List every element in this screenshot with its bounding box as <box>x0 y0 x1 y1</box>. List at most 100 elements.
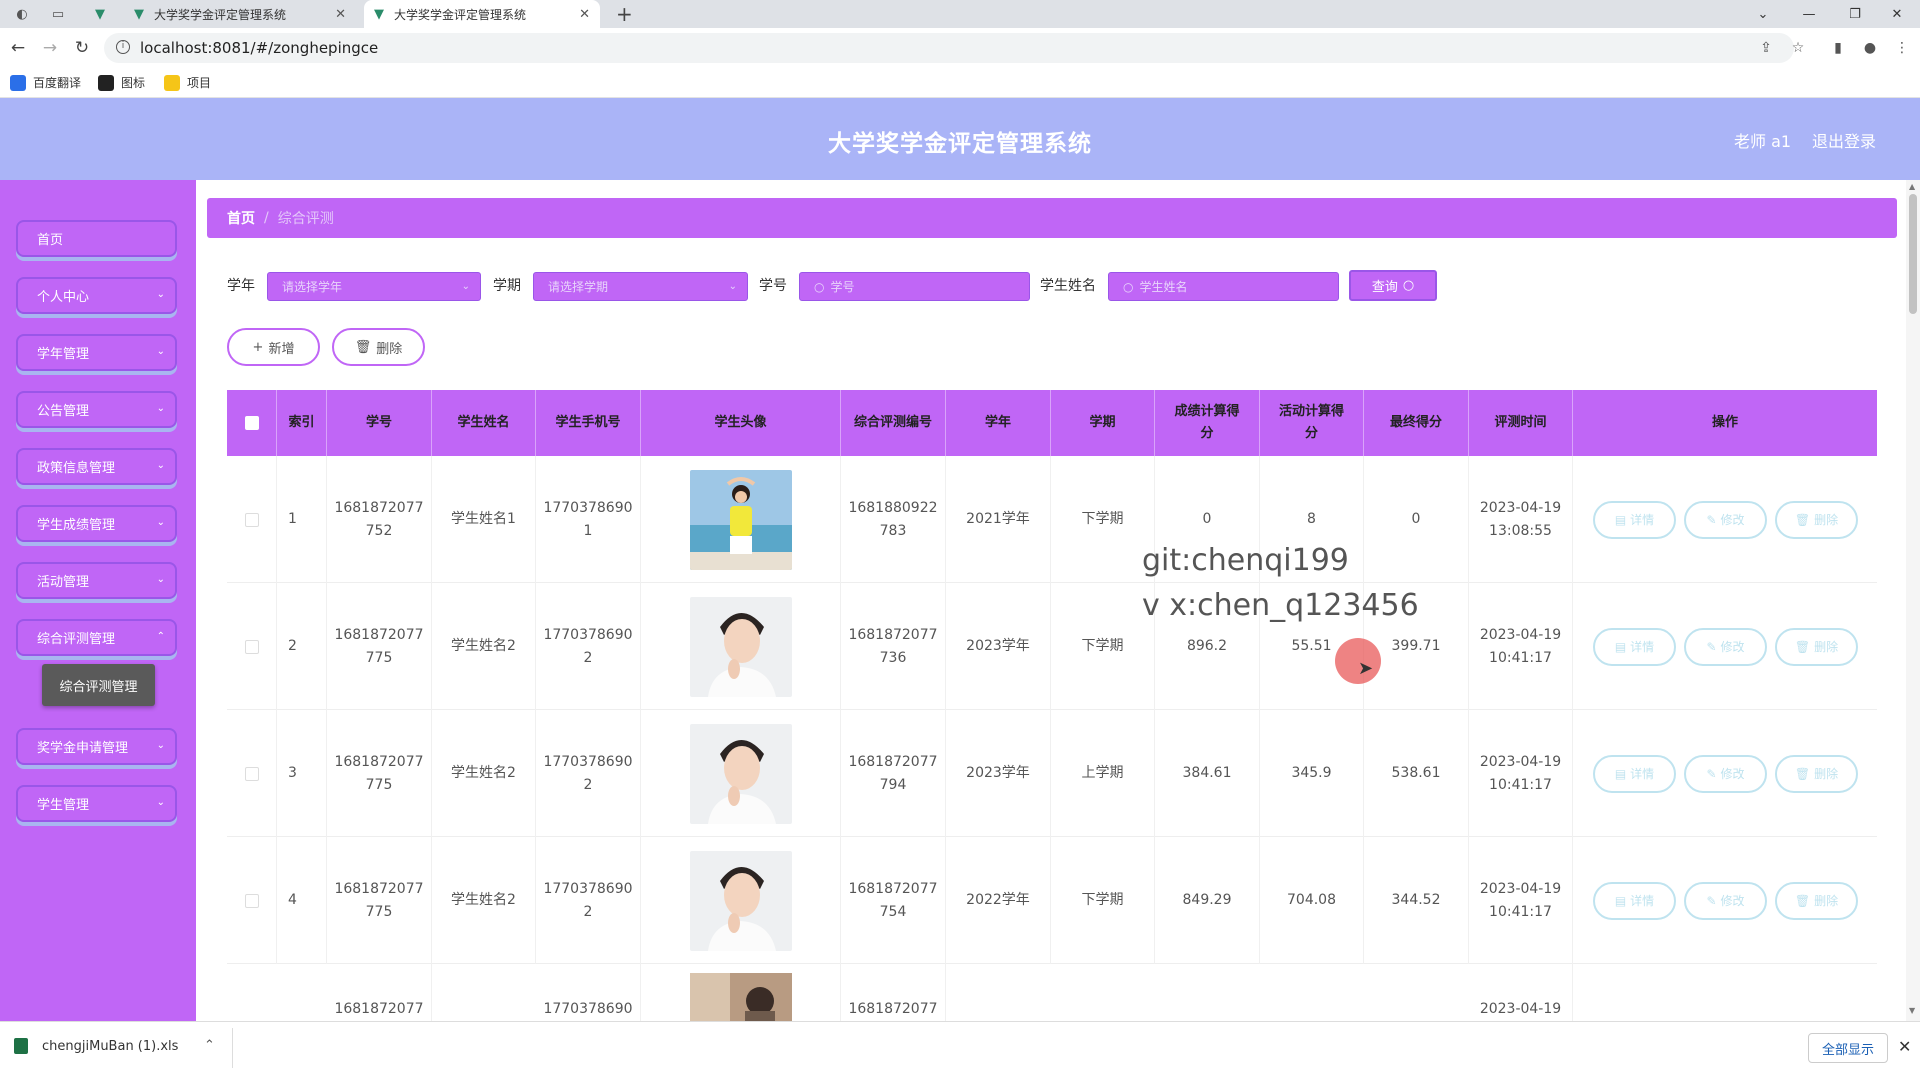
cell-line: 2023-04-19 <box>1479 626 1562 643</box>
cell-eval-no: 1681872077 736 <box>841 583 946 710</box>
logout-link[interactable]: 退出登录 <box>1812 128 1876 152</box>
row-select-cell <box>227 583 277 710</box>
info-icon[interactable]: i <box>116 40 130 54</box>
row-checkbox[interactable] <box>244 639 259 654</box>
cell-eval-no: 1681872077 794 <box>841 710 946 837</box>
vue-tab-icon[interactable]: ▼ <box>90 4 110 24</box>
bookmark-project[interactable]: 项目 <box>164 74 211 91</box>
row-checkbox[interactable] <box>244 766 259 781</box>
close-icon[interactable]: ✕ <box>335 7 346 22</box>
tab-search-icon[interactable]: ⌄ <box>1740 0 1786 28</box>
bookmark-baidu-translate[interactable]: 百度翻译 <box>10 74 81 91</box>
cell-line: 2 <box>583 903 593 920</box>
browser-history-icon[interactable]: ◐ <box>12 4 32 24</box>
detail-label: 详情 <box>1630 512 1655 527</box>
select-all-checkbox[interactable] <box>244 416 259 430</box>
forward-icon[interactable]: → <box>38 36 62 60</box>
new-tab-icon[interactable]: + <box>616 2 633 26</box>
tab-title: 大学奖学金评定管理系统 <box>154 7 287 22</box>
cell-line: 1681872077 <box>848 1001 938 1017</box>
detail-button[interactable]: ▤ 详情 <box>1593 882 1676 920</box>
cell-line: 10:41:17 <box>1489 903 1552 920</box>
cell-student-id: 1681872077 775 <box>327 837 432 964</box>
detail-button[interactable]: ▤ 详情 <box>1593 501 1676 539</box>
sidebar-item-year-management[interactable]: 学年管理 ⌄ <box>16 334 177 371</box>
trash-icon: 🗑 <box>354 339 372 355</box>
detail-button[interactable]: ▤ 详情 <box>1593 628 1676 666</box>
menu-icon[interactable]: ⋮ <box>1890 36 1914 60</box>
close-icon[interactable]: ✕ <box>579 7 590 22</box>
add-button[interactable]: + 新增 <box>227 328 320 366</box>
edit-button[interactable]: ✎ 修改 <box>1684 628 1767 666</box>
row-checkbox[interactable] <box>244 512 259 527</box>
cell-line: 13:08:55 <box>1489 522 1552 539</box>
profile-icon[interactable]: ● <box>1858 36 1882 60</box>
page-scrollbar[interactable]: ▲ ▼ <box>1906 180 1920 1022</box>
sidebar-item-policy-management[interactable]: 政策信息管理 ⌄ <box>16 448 177 485</box>
cell-line: 2023-04-19 <box>1479 499 1562 516</box>
blank-tab-icon[interactable]: ▭ <box>48 4 68 24</box>
student-name-input[interactable]: ○ 学生姓名 <box>1108 272 1339 301</box>
delete-button[interactable]: 🗑 删除 <box>1775 882 1858 920</box>
download-filename: chengjiMuBan (1).xls <box>42 1038 179 1054</box>
header-name: 学生姓名 <box>432 390 536 456</box>
chevron-up-icon[interactable]: ⌃ <box>204 1038 215 1053</box>
breadcrumb-home[interactable]: 首页 <box>227 208 255 228</box>
document-icon: ▤ <box>1614 639 1627 654</box>
cell-line: 1681872077 <box>334 880 424 897</box>
sidepanel-icon[interactable]: ▮ <box>1826 36 1850 60</box>
show-all-button[interactable]: 全部显示 <box>1808 1033 1888 1063</box>
edit-button[interactable]: ✎ 修改 <box>1684 501 1767 539</box>
edit-button[interactable]: ✎ 修改 <box>1684 882 1767 920</box>
submenu-item-evaluation[interactable]: 综合评测管理 <box>42 664 155 706</box>
scroll-up-icon[interactable]: ▲ <box>1909 182 1915 191</box>
sidebar-item-student-management[interactable]: 学生管理 ⌄ <box>16 785 177 822</box>
vue-logo-icon: ▼ <box>134 6 144 22</box>
bookmark-star-icon[interactable]: ☆ <box>1786 36 1810 60</box>
delete-button[interactable]: 🗑 删除 <box>1775 628 1858 666</box>
delete-button[interactable]: 🗑 删除 <box>1775 755 1858 793</box>
avatar-svg <box>689 469 792 570</box>
year-select[interactable]: 请选择学年 ⌄ <box>267 272 481 301</box>
browser-tab-1[interactable]: ▼ 大学奖学金评定管理系统 ✕ <box>124 0 356 28</box>
row-checkbox[interactable] <box>244 893 259 908</box>
sidebar-item-home[interactable]: 首页 <box>16 220 177 257</box>
share-icon[interactable]: ⇪ <box>1754 36 1778 60</box>
back-icon[interactable]: ← <box>6 36 30 60</box>
detail-button[interactable]: ▤ 详情 <box>1593 755 1676 793</box>
scroll-thumb[interactable] <box>1909 194 1917 314</box>
window-close-icon[interactable]: ✕ <box>1874 0 1920 28</box>
vue-logo-icon: ▼ <box>374 6 384 22</box>
browser-tab-2[interactable]: ▼ 大学奖学金评定管理系统 ✕ <box>364 0 600 28</box>
table-row: 1681872077 1770378690 1681872077 2023-04… <box>227 964 1877 1021</box>
cell-line: 1770378690 <box>543 880 633 897</box>
cell-line: 10:41:17 <box>1489 649 1552 666</box>
query-button[interactable]: 查询 ○ <box>1349 270 1437 301</box>
bookmark-icons[interactable]: 图标 <box>98 74 145 91</box>
close-icon[interactable]: ✕ <box>1898 1037 1911 1056</box>
batch-delete-button[interactable]: 🗑 删除 <box>332 328 425 366</box>
current-user: 老师 a1 <box>1734 132 1792 151</box>
restore-icon[interactable]: ❐ <box>1832 0 1878 28</box>
sidebar-item-grade-management[interactable]: 学生成绩管理 ⌄ <box>16 505 177 542</box>
sidebar-item-evaluation-management[interactable]: 综合评测管理 ⌃ <box>16 619 177 656</box>
student-id-input[interactable]: ○ 学号 <box>799 272 1030 301</box>
sidebar-item-personal-center[interactable]: 个人中心 ⌄ <box>16 277 177 314</box>
url-field[interactable]: i localhost:8081/#/zonghepingce <box>104 33 1794 63</box>
download-item[interactable]: chengjiMuBan (1).xls <box>14 1038 178 1054</box>
sidebar-item-notice-management[interactable]: 公告管理 ⌄ <box>16 391 177 428</box>
sidebar-item-scholarship-application[interactable]: 奖学金申请管理 ⌄ <box>16 728 177 765</box>
scroll-down-icon[interactable]: ▼ <box>1909 1006 1915 1015</box>
minimize-icon[interactable]: — <box>1786 0 1832 28</box>
cell-term: 下学期 <box>1051 456 1155 583</box>
cell-eval-no: 1681872077 <box>841 964 946 1021</box>
delete-button[interactable]: 🗑 删除 <box>1775 501 1858 539</box>
edit-button[interactable]: ✎ 修改 <box>1684 755 1767 793</box>
avatar-svg <box>689 850 792 951</box>
sidebar-item-activity-management[interactable]: 活动管理 ⌄ <box>16 562 177 599</box>
reload-icon[interactable]: ↻ <box>70 36 94 60</box>
header-activity-score: 活动计算得分 <box>1260 390 1364 456</box>
cell-line: 775 <box>365 649 393 666</box>
avatar-image-boy <box>689 850 792 951</box>
term-select[interactable]: 请选择学期 ⌄ <box>533 272 748 301</box>
